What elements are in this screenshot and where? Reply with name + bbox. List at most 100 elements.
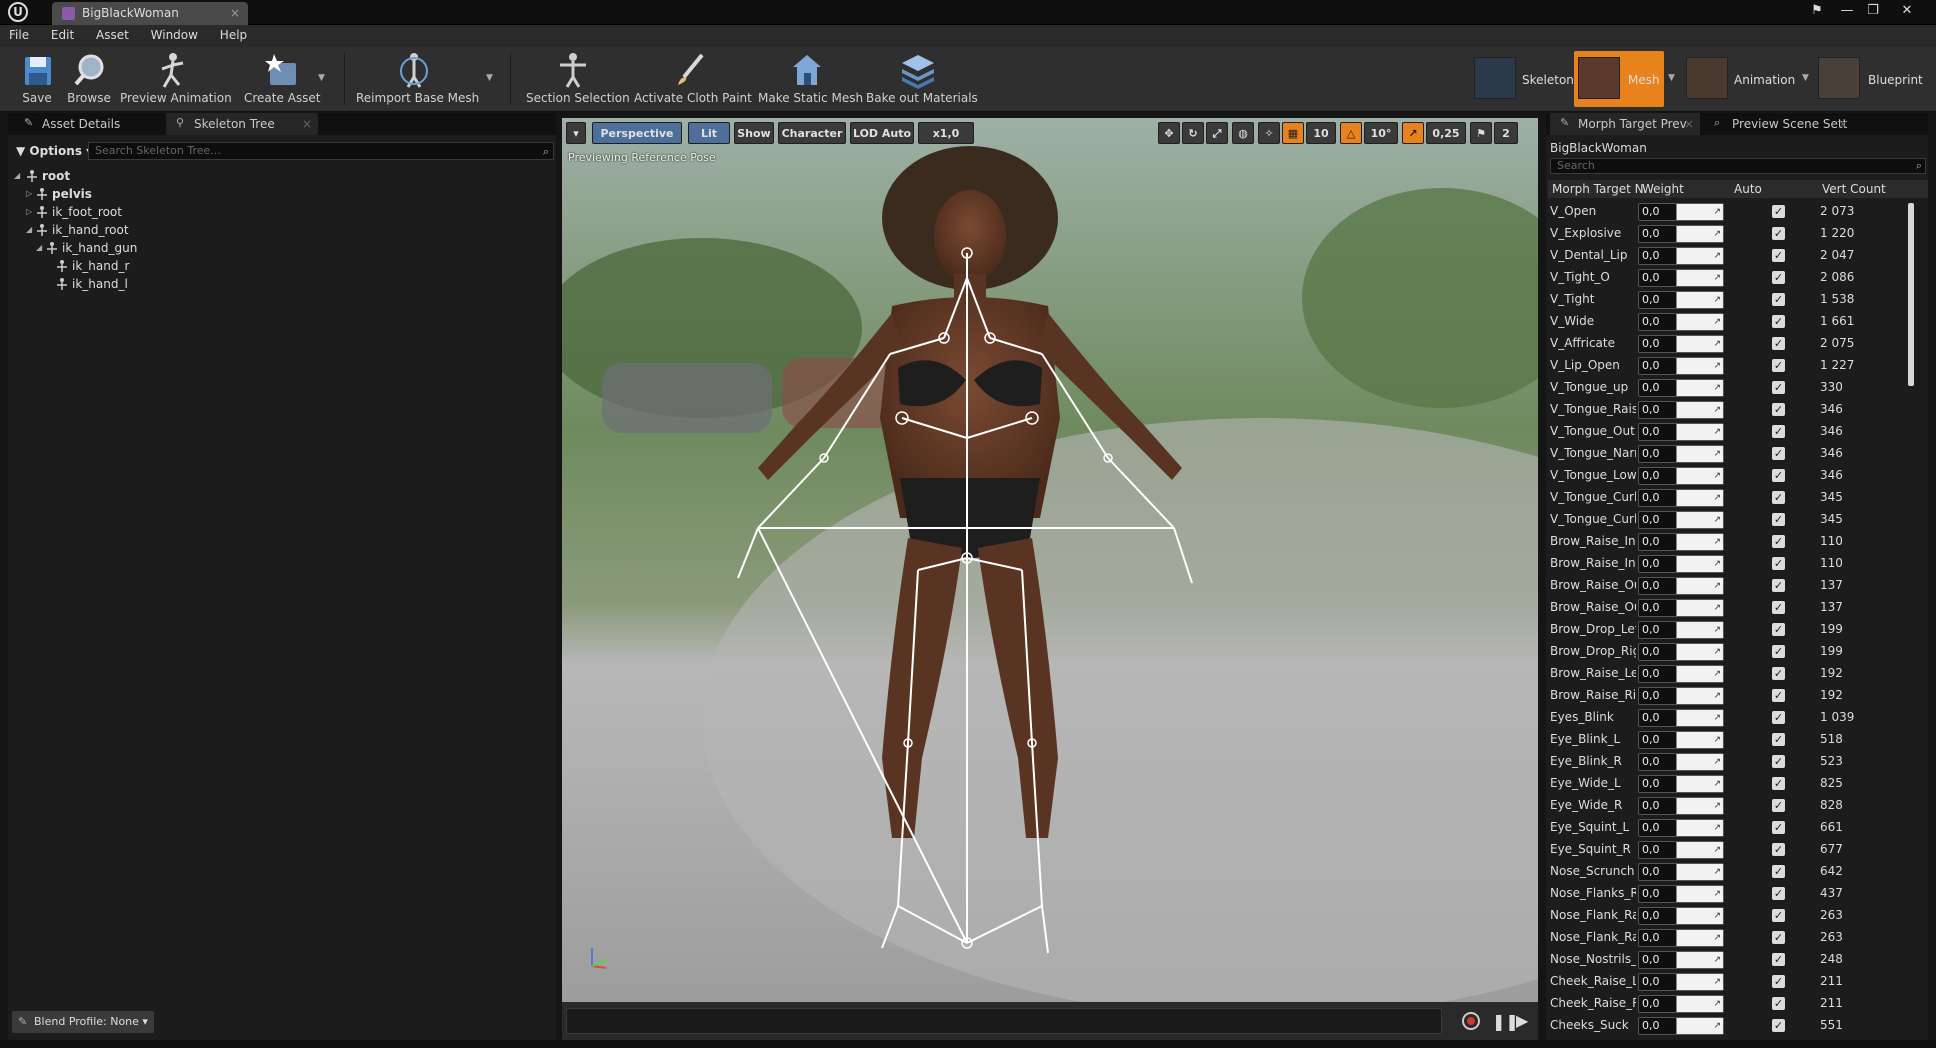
close-window-button[interactable]: ✕ — [1896, 2, 1918, 20]
weight-input[interactable]: 0,0 ↗ — [1638, 687, 1724, 705]
morph-row[interactable]: Cheeks_Suck 0,0 ↗ ✓ 551 — [1548, 1015, 1918, 1037]
rotation-snap-value[interactable]: 10° — [1364, 122, 1398, 144]
morph-row[interactable]: V_Tongue_up 0,0 ↗ ✓ 330 — [1548, 377, 1918, 399]
weight-input[interactable]: 0,0 ↗ — [1638, 225, 1724, 243]
surface-snap-icon[interactable]: ✧ — [1258, 122, 1280, 144]
weight-input[interactable]: 0,0 ↗ — [1638, 247, 1724, 265]
close-tab-icon[interactable]: × — [230, 2, 240, 25]
tree-row[interactable]: ▷ ik_foot_root — [8, 203, 556, 221]
auto-checkbox[interactable]: ✓ — [1772, 315, 1785, 328]
step-forward-button[interactable]: ▶ — [1516, 1011, 1528, 1030]
spinner-icon[interactable]: ↗ — [1713, 974, 1721, 990]
tab-preview-scene-settings[interactable]: ⌕ Preview Scene Sett × — [1704, 113, 1854, 135]
menu-file[interactable]: File — [0, 25, 38, 42]
morph-row[interactable]: Brow_Raise_Left 0,0 ↗ ✓ 192 — [1548, 663, 1918, 685]
morph-row[interactable]: Eye_Blink_L 0,0 ↗ ✓ 518 — [1548, 729, 1918, 751]
morph-row[interactable]: V_Open 0,0 ↗ ✓ 2 073 — [1548, 201, 1918, 223]
tab-asset-details[interactable]: ✎ Asset Details — [14, 113, 164, 135]
weight-input[interactable]: 0,0 ↗ — [1638, 995, 1724, 1013]
reimport-base-mesh-button[interactable]: Reimport Base Mesh — [356, 51, 479, 109]
auto-checkbox[interactable]: ✓ — [1772, 865, 1785, 878]
header-auto[interactable]: Auto — [1734, 182, 1762, 196]
auto-checkbox[interactable]: ✓ — [1772, 667, 1785, 680]
morph-row[interactable]: Eye_Wide_R 0,0 ↗ ✓ 828 — [1548, 795, 1918, 817]
minimize-button[interactable]: — — [1836, 2, 1858, 20]
morph-row[interactable]: Cheek_Raise_L 0,0 ↗ ✓ 211 — [1548, 971, 1918, 993]
spinner-icon[interactable]: ↗ — [1713, 930, 1721, 946]
morph-row[interactable]: V_Tongue_Narro 0,0 ↗ ✓ 346 — [1548, 443, 1918, 465]
auto-checkbox[interactable]: ✓ — [1772, 953, 1785, 966]
auto-checkbox[interactable]: ✓ — [1772, 425, 1785, 438]
morph-row[interactable]: Nose_Flanks_Ra 0,0 ↗ ✓ 437 — [1548, 883, 1918, 905]
header-vert-count[interactable]: Vert Count — [1822, 182, 1886, 196]
weight-input[interactable]: 0,0 ↗ — [1638, 379, 1724, 397]
camera-speed-icon[interactable]: ⚑ — [1470, 122, 1492, 144]
scale-snap-icon[interactable]: ↗ — [1402, 122, 1424, 144]
auto-checkbox[interactable]: ✓ — [1772, 249, 1785, 262]
document-tab[interactable]: BigBlackWoman × — [52, 2, 248, 25]
weight-input[interactable]: 0,0 ↗ — [1638, 599, 1724, 617]
auto-checkbox[interactable]: ✓ — [1772, 689, 1785, 702]
lod-button[interactable]: LOD Auto — [850, 122, 914, 144]
spinner-icon[interactable]: ↗ — [1713, 556, 1721, 572]
mode-skeleton-button[interactable]: Skeleton — [1470, 51, 1574, 107]
morph-row[interactable]: V_Tight_O 0,0 ↗ ✓ 2 086 — [1548, 267, 1918, 289]
rotation-snap-icon[interactable]: △ — [1340, 122, 1362, 144]
auto-checkbox[interactable]: ✓ — [1772, 337, 1785, 350]
spinner-icon[interactable]: ↗ — [1713, 336, 1721, 352]
auto-checkbox[interactable]: ✓ — [1772, 623, 1785, 636]
expand-arrow-icon[interactable]: ◢ — [36, 239, 46, 257]
morph-row[interactable]: V_Lip_Open 0,0 ↗ ✓ 1 227 — [1548, 355, 1918, 377]
expand-arrow-icon[interactable]: ◢ — [26, 221, 36, 239]
spinner-icon[interactable]: ↗ — [1713, 776, 1721, 792]
morph-row[interactable]: Brow_Raise_Out 0,0 ↗ ✓ 137 — [1548, 597, 1918, 619]
morph-row[interactable]: Cheek_Raise_R 0,0 ↗ ✓ 211 — [1548, 993, 1918, 1015]
auto-checkbox[interactable]: ✓ — [1772, 997, 1785, 1010]
perspective-button[interactable]: Perspective — [592, 122, 682, 144]
auto-checkbox[interactable]: ✓ — [1772, 579, 1785, 592]
weight-input[interactable]: 0,0 ↗ — [1638, 731, 1724, 749]
tree-row[interactable]: ik_hand_l — [8, 275, 556, 293]
auto-checkbox[interactable]: ✓ — [1772, 601, 1785, 614]
scale-tool-icon[interactable]: ⤢ — [1206, 122, 1228, 144]
rotate-tool-icon[interactable]: ↻ — [1182, 122, 1204, 144]
spinner-icon[interactable]: ↗ — [1713, 820, 1721, 836]
morph-row[interactable]: Brow_Raise_Rigl 0,0 ↗ ✓ 192 — [1548, 685, 1918, 707]
show-button[interactable]: Show — [734, 122, 774, 144]
tab-skeleton-tree[interactable]: ⚲ Skeleton Tree × — [166, 113, 318, 135]
auto-checkbox[interactable]: ✓ — [1772, 293, 1785, 306]
auto-checkbox[interactable]: ✓ — [1772, 645, 1785, 658]
reimport-dropdown-icon[interactable]: ▼ — [486, 73, 493, 83]
playback-speed-button[interactable]: x1,0 — [918, 122, 974, 144]
morph-row[interactable]: Nose_Nostrils_Fl 0,0 ↗ ✓ 248 — [1548, 949, 1918, 971]
spinner-icon[interactable]: ↗ — [1713, 468, 1721, 484]
weight-input[interactable]: 0,0 ↗ — [1638, 291, 1724, 309]
spinner-icon[interactable]: ↗ — [1713, 204, 1721, 220]
spinner-icon[interactable]: ↗ — [1713, 952, 1721, 968]
auto-checkbox[interactable]: ✓ — [1772, 777, 1785, 790]
camera-speed-value[interactable]: 2 — [1494, 122, 1518, 144]
morph-row[interactable]: Nose_Flank_Rais 0,0 ↗ ✓ 263 — [1548, 927, 1918, 949]
unreal-logo[interactable]: U — [8, 2, 28, 22]
weight-input[interactable]: 0,0 ↗ — [1638, 775, 1724, 793]
weight-input[interactable]: 0,0 ↗ — [1638, 929, 1724, 947]
morph-row[interactable]: V_Tongue_Curl_l 0,0 ↗ ✓ 345 — [1548, 487, 1918, 509]
close-tab-icon[interactable]: × — [302, 113, 312, 135]
auto-checkbox[interactable]: ✓ — [1772, 1019, 1785, 1032]
weight-input[interactable]: 0,0 ↗ — [1638, 709, 1724, 727]
morph-list-scrollbar[interactable] — [1908, 203, 1914, 386]
spinner-icon[interactable]: ↗ — [1713, 402, 1721, 418]
close-tab-icon[interactable]: × — [1838, 113, 1848, 135]
weight-input[interactable]: 0,0 ↗ — [1638, 511, 1724, 529]
weight-input[interactable]: 0,0 ↗ — [1638, 489, 1724, 507]
auto-checkbox[interactable]: ✓ — [1772, 359, 1785, 372]
weight-input[interactable]: 0,0 ↗ — [1638, 357, 1724, 375]
spinner-icon[interactable]: ↗ — [1713, 732, 1721, 748]
morph-row[interactable]: Brow_Drop_Left 0,0 ↗ ✓ 199 — [1548, 619, 1918, 641]
spinner-icon[interactable]: ↗ — [1713, 446, 1721, 462]
weight-input[interactable]: 0,0 ↗ — [1638, 533, 1724, 551]
tab-morph-target-preview[interactable]: ✎ Morph Target Prev × — [1550, 113, 1700, 135]
morph-row[interactable]: V_Tongue_Curl_l 0,0 ↗ ✓ 345 — [1548, 509, 1918, 531]
options-dropdown[interactable]: ▼ Options ▾ — [16, 141, 92, 161]
viewport[interactable]: ▾ Perspective Lit Show Character LOD Aut… — [562, 118, 1538, 1002]
